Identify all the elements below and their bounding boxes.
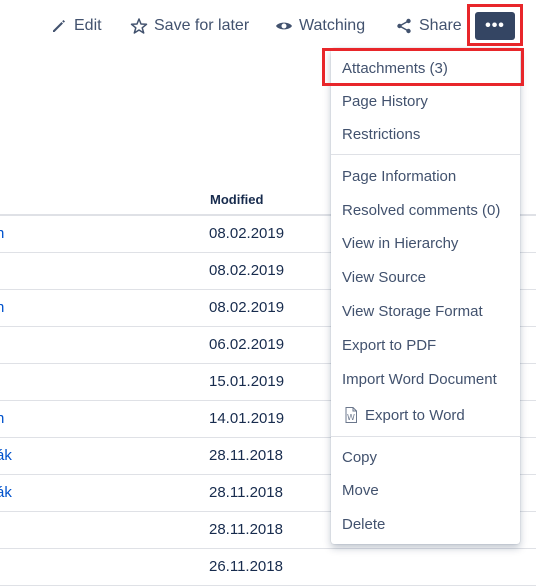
row-name-link[interactable]: ák: [0, 484, 12, 501]
menu-divider: [331, 436, 520, 437]
menu-item-label: Copy: [342, 448, 378, 466]
attachments-highlight: [322, 48, 524, 86]
row-name-link[interactable]: ák: [0, 447, 12, 464]
more-actions-highlight: •••: [467, 4, 523, 46]
column-header-modified: Modified: [210, 192, 264, 207]
row-modified-date: 28.11.2018: [209, 447, 283, 464]
menu-item-copy[interactable]: Copy: [331, 442, 520, 472]
table-row: 26.11.2018: [0, 549, 536, 586]
row-modified-date: 26.11.2018: [209, 558, 283, 575]
menu-item-label: Move: [342, 481, 379, 499]
menu-item-label: Export to PDF: [342, 336, 437, 354]
row-modified-date: 06.02.2019: [209, 336, 285, 353]
menu-item-view-storage-format[interactable]: View Storage Format: [331, 296, 520, 326]
menu-item-page-history[interactable]: Page History: [331, 86, 520, 116]
row-modified-date: 15.01.2019: [209, 373, 285, 390]
menu-item-label: Restrictions: [342, 125, 421, 143]
watching-label: Watching: [299, 17, 366, 34]
menu-item-view-source[interactable]: View Source: [331, 262, 520, 292]
edit-label: Edit: [74, 17, 102, 34]
pencil-icon: [50, 17, 68, 35]
share-icon: [395, 17, 413, 35]
row-modified-date: 08.02.2019: [209, 262, 285, 279]
share-label: Share: [419, 17, 462, 34]
menu-item-label: Export to Word: [365, 406, 465, 424]
menu-item-label: Resolved comments (0): [342, 201, 501, 219]
save-for-later-button[interactable]: Save for later: [130, 14, 249, 38]
more-actions-menu: Attachments (3) Page History Restriction…: [331, 48, 520, 544]
page-toolbar: Edit Save for later Watching Share •••: [0, 0, 536, 52]
menu-item-delete[interactable]: Delete: [331, 509, 520, 539]
row-name-link[interactable]: n: [0, 299, 4, 316]
word-document-icon: W: [342, 406, 360, 424]
watching-button[interactable]: Watching: [275, 14, 365, 38]
menu-divider: [331, 154, 520, 155]
row-modified-date: 28.11.2018: [209, 484, 283, 501]
row-modified-date: 14.01.2019: [209, 410, 285, 427]
menu-item-label: Page Information: [342, 167, 457, 185]
menu-item-label: View Storage Format: [342, 302, 483, 320]
menu-item-label: View in Hierarchy: [342, 234, 459, 252]
menu-item-move[interactable]: Move: [331, 475, 520, 505]
menu-item-restrictions[interactable]: Restrictions: [331, 119, 520, 149]
save-for-later-label: Save for later: [154, 17, 250, 34]
star-icon: [130, 17, 148, 35]
menu-item-import-word-document[interactable]: Import Word Document: [331, 364, 520, 394]
menu-item-label: Page History: [342, 92, 428, 110]
menu-item-resolved-comments[interactable]: Resolved comments (0): [331, 195, 520, 225]
menu-item-label: Delete: [342, 515, 386, 533]
more-dots-icon: •••: [485, 17, 505, 34]
svg-text:W: W: [347, 413, 355, 422]
menu-item-label: View Source: [342, 268, 426, 286]
menu-item-page-information[interactable]: Page Information: [331, 161, 520, 191]
row-name-link[interactable]: n: [0, 410, 4, 427]
menu-item-view-in-hierarchy[interactable]: View in Hierarchy: [331, 228, 520, 258]
menu-item-export-to-word[interactable]: W Export to Word: [331, 400, 520, 430]
row-modified-date: 08.02.2019: [209, 225, 285, 242]
share-button[interactable]: Share: [395, 14, 462, 38]
row-modified-date: 28.11.2018: [209, 521, 283, 538]
menu-item-export-to-pdf[interactable]: Export to PDF: [331, 330, 520, 360]
row-modified-date: 08.02.2019: [209, 299, 285, 316]
more-actions-button[interactable]: •••: [475, 12, 515, 40]
menu-item-label: Import Word Document: [342, 370, 497, 388]
edit-button[interactable]: Edit: [50, 14, 102, 38]
eye-icon: [275, 17, 293, 35]
row-name-link[interactable]: n: [0, 225, 4, 242]
